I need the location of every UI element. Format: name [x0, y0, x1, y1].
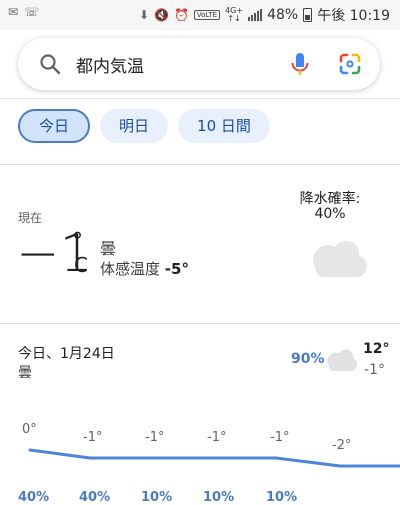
- battery-icon: [303, 8, 313, 22]
- feels-like-label: 体感温度: [100, 260, 165, 278]
- day-condition: 曇: [18, 365, 32, 381]
- degree-symbol: °: [72, 229, 83, 254]
- divider: [0, 323, 400, 324]
- feels-like: 体感温度 -5°: [100, 258, 189, 279]
- battery-percentage: 48%: [267, 7, 299, 23]
- search-bar[interactable]: 都内気温: [18, 38, 380, 90]
- day-high: 12°: [363, 341, 390, 357]
- day-low: -1°: [364, 362, 385, 378]
- status-bar: ✉ ☏ ⬇ 🔇 ⏰ VoLTE 4G+ ↑↓ 48% 午後 10:19: [0, 0, 400, 30]
- search-input[interactable]: 都内気温: [76, 52, 144, 77]
- temperature-line-segment: [274, 456, 342, 468]
- google-lens-icon[interactable]: [338, 52, 362, 76]
- divider: [0, 98, 400, 99]
- clock: 午後 10:19: [317, 8, 390, 24]
- cloudy-icon: [313, 241, 367, 277]
- mail-icon: ✉: [8, 5, 19, 19]
- tab-today[interactable]: 今日: [18, 109, 91, 143]
- day-title: 今日、1月24日: [18, 346, 115, 362]
- feels-like-value: -5°: [164, 260, 189, 278]
- current-condition: 曇: [100, 239, 117, 258]
- temperature-line-segment: [28, 448, 92, 460]
- network-indicator: 4G+ ↑↓: [225, 6, 244, 23]
- precip-chance-label: 降水確率:: [299, 191, 361, 207]
- day-precip: 90%: [291, 351, 325, 367]
- precip-chance-value: 40%: [314, 206, 346, 222]
- mute-icon: 🔇: [154, 8, 169, 22]
- download-icon: ⬇: [138, 8, 149, 22]
- cloudy-icon: [327, 349, 357, 371]
- hourly-forecast[interactable]: 0° -1° -1° -1° -1° -2° 40% 40% 10% 10% 1…: [0, 410, 400, 505]
- tab-10-days[interactable]: 10 日間: [178, 109, 270, 143]
- divider: [0, 164, 400, 165]
- tab-tomorrow[interactable]: 明日: [100, 109, 169, 143]
- signal-icon: [248, 9, 263, 21]
- hourly-precip: 40%: [18, 490, 50, 505]
- volte-badge: VoLTE: [193, 10, 221, 20]
- hourly-precip: 10%: [266, 490, 298, 505]
- alarm-icon: ⏰: [173, 8, 189, 22]
- celsius-unit[interactable]: C: [74, 253, 88, 277]
- day-selector: 今日 明日 10 日間: [18, 109, 270, 143]
- search-icon[interactable]: [38, 52, 62, 76]
- hourly-precip: 10%: [203, 490, 235, 505]
- microphone-icon[interactable]: [288, 51, 312, 77]
- missed-call-icon: ☏: [24, 5, 40, 19]
- hourly-precip: 10%: [141, 490, 173, 505]
- hourly-precip: 40%: [79, 490, 111, 505]
- temperature-graph: [28, 448, 400, 468]
